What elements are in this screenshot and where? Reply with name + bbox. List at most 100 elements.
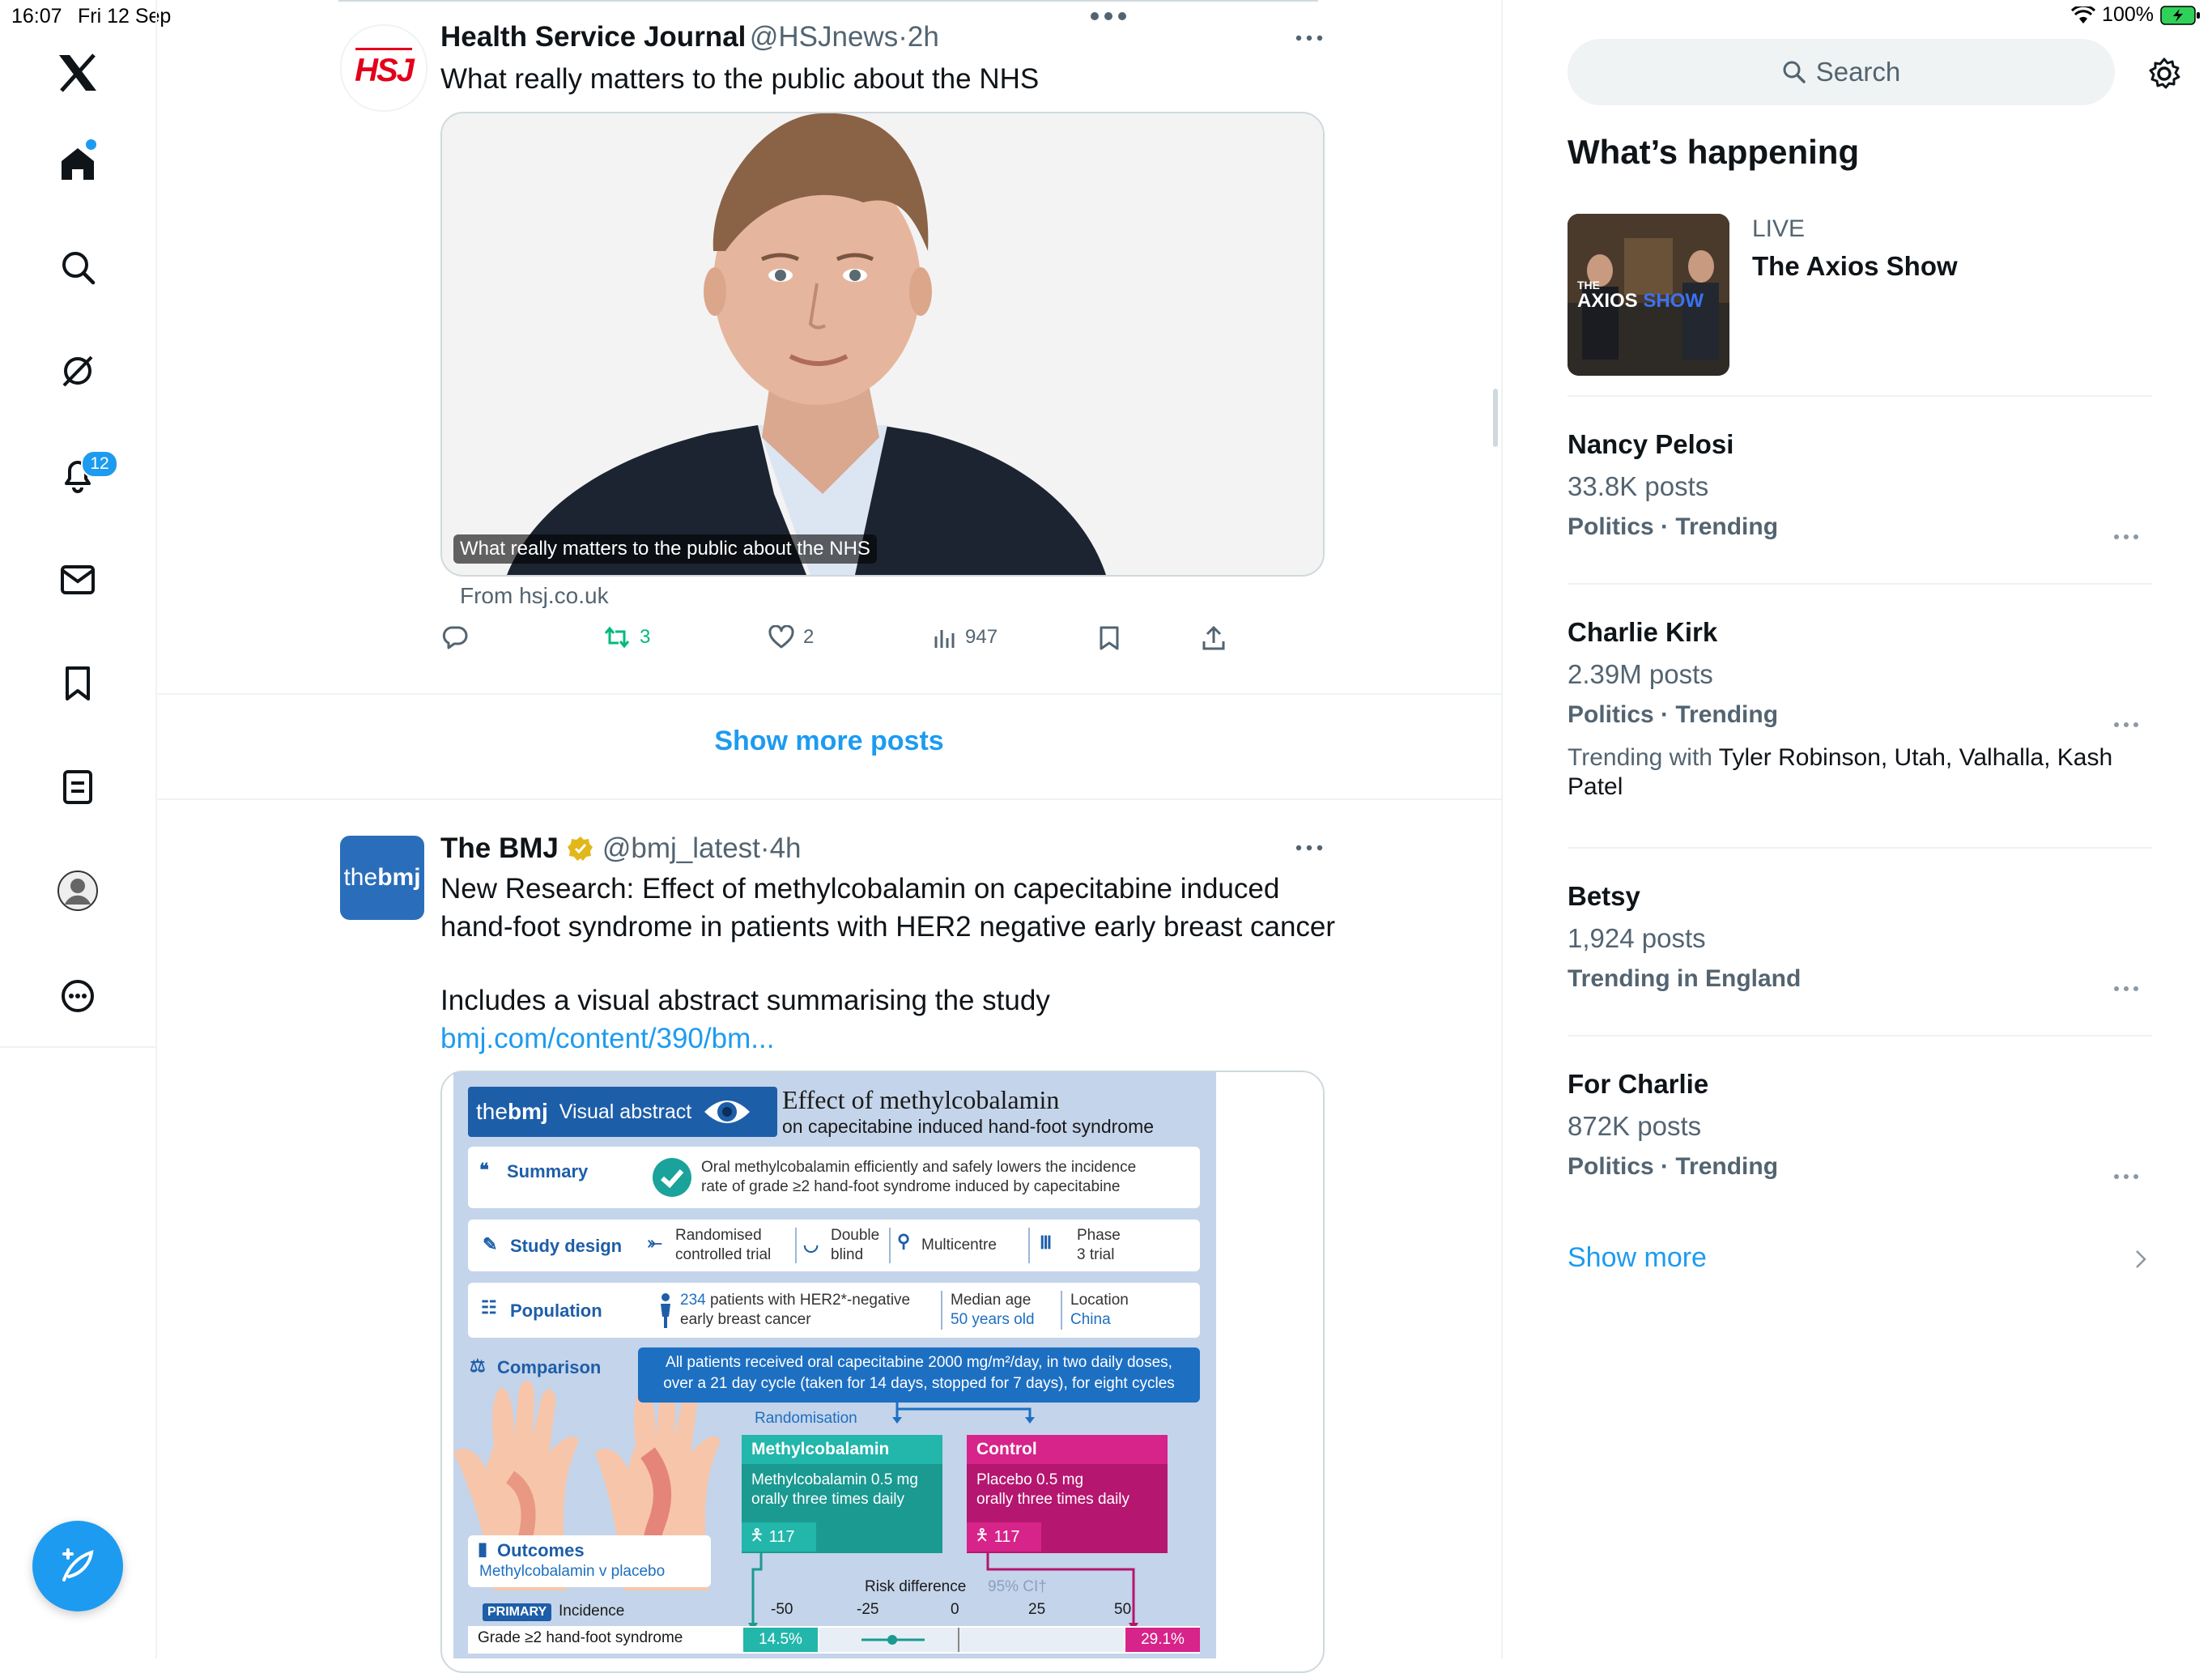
trend-more-icon[interactable] [2113, 533, 2139, 541]
tab-drag-handle-icon[interactable] [1090, 11, 1127, 21]
scrollbar-thumb[interactable] [1493, 389, 1498, 447]
compose-feather-icon [62, 1548, 94, 1581]
show-more-posts-link[interactable]: Show more posts [157, 726, 1501, 757]
va-design-box: ✎ Study design ⤜ Randomised controlled tr… [468, 1220, 1200, 1271]
bookmark-icon [1100, 626, 1119, 650]
va-divider [889, 1228, 891, 1263]
va-risk-diff: Risk difference [865, 1578, 967, 1595]
tweet1-dot: · [898, 21, 908, 53]
va-outcomes-box: ▮ Outcomes Methylcobalamin v placebo [468, 1535, 711, 1587]
trend-more-icon[interactable] [2113, 985, 2139, 993]
trend-category: Politics · Trending [1568, 513, 1779, 540]
tweet1-card-source[interactable]: From hsj.co.uk [460, 583, 609, 609]
va-arm2-n: 117 [993, 1527, 1020, 1546]
tweet1-bookmark-button[interactable] [1098, 625, 1121, 651]
timeline-top-rule [338, 0, 1318, 2]
tweet1-card-caption: What really matters to the public about … [453, 534, 877, 564]
va-population-box: ☷ Population 234 patients with HER2*-neg… [468, 1283, 1200, 1338]
hsj-avatar[interactable]: HSJ [340, 24, 428, 112]
trend-more-icon[interactable] [2113, 721, 2139, 729]
visual-abstract[interactable]: thebmj Visual abstract Effect of methylc… [453, 1072, 1216, 1658]
va-tick-4: 25 [1028, 1601, 1046, 1618]
va-pop-line2: early breast cancer [680, 1311, 811, 1328]
va-brand-bmj: bmj [507, 1099, 548, 1124]
tweet1-handle[interactable]: @HSJnews [750, 21, 898, 53]
trend-item[interactable]: Nancy Pelosi 33.8K posts Politics · Tren… [1568, 429, 1778, 541]
tweet2-dot: · [759, 832, 770, 864]
chevron-right-icon[interactable] [2134, 1249, 2147, 1270]
trend-item[interactable]: Betsy 1,924 posts Trending in England [1568, 881, 1801, 993]
settings-gear-icon[interactable] [2147, 57, 2181, 91]
va-brand-bar: thebmj Visual abstract [468, 1087, 777, 1137]
tweet1-more-icon[interactable] [1295, 34, 1323, 42]
randomise-icon: ⤜ [648, 1232, 662, 1253]
tweet2-handle[interactable]: @bmj_latest [602, 832, 760, 864]
tweet1-like-button[interactable]: 2 [768, 625, 814, 649]
va-val-right: 29.1% [1125, 1628, 1200, 1652]
tweet1-views-button[interactable]: 947 [933, 625, 998, 649]
home-icon[interactable] [45, 131, 110, 196]
live-thumb-brand: AXIOS SHOW [1577, 290, 1704, 313]
va-brand-label: Visual abstract [559, 1100, 692, 1123]
trend-item[interactable]: Charlie Kirk 2.39M posts Politics · Tren… [1568, 617, 2134, 802]
pillar-icon: Ⅲ [1040, 1232, 1053, 1253]
tweet1-repost-count: 3 [640, 626, 651, 648]
trend-name: Charlie Kirk [1568, 617, 1718, 647]
tweet2-link[interactable]: bmj.com/content/390/bm... [440, 1020, 1339, 1058]
va-tick-2: -25 [857, 1601, 879, 1618]
va-summary-box: ❝ Summary Oral methylcobalamin efficient… [468, 1147, 1200, 1208]
wifi-icon [2071, 6, 2096, 23]
search-placeholder: Search [1815, 57, 1901, 87]
tweet1-time[interactable]: 2h [908, 21, 939, 53]
tweet1-repost-button[interactable]: 3 [602, 625, 650, 649]
show-more-trends-link[interactable]: Show more [1568, 1242, 1707, 1274]
tweet1-reply-button[interactable] [442, 625, 468, 649]
va-median-age-label: Median age [951, 1292, 1032, 1309]
x-logo-icon[interactable] [45, 40, 110, 105]
bmj-avatar[interactable]: the bmj [340, 836, 424, 920]
va-arm1-title: Methylcobalamin [742, 1435, 942, 1464]
va-outcomes-sub: Methylcobalamin v placebo [479, 1563, 666, 1580]
va-title: Effect of methylcobalamin [782, 1085, 1060, 1114]
grok-icon[interactable] [45, 338, 110, 403]
trend-category: Trending in England [1568, 965, 1802, 992]
nav-separator [0, 1046, 155, 1048]
profile-avatar-icon[interactable] [45, 858, 110, 923]
tweet2-time[interactable]: 4h [770, 832, 802, 864]
trend-item[interactable]: For Charlie 872K posts Politics · Trendi… [1568, 1069, 1778, 1181]
show-more-separator [157, 798, 1501, 800]
live-title[interactable]: The Axios Show [1752, 251, 1958, 282]
search-icon[interactable] [45, 235, 110, 300]
tweet2-header: The BMJ @bmj_latest·4h [440, 832, 802, 865]
person-icon: 🯅 [750, 1526, 764, 1544]
va-pop-line1: patients with HER2*-negative [705, 1292, 911, 1309]
tweet1-author-name[interactable]: Health Service Journal [440, 21, 746, 53]
tweet1-link-card[interactable]: What really matters to the public about … [440, 112, 1325, 577]
search-input[interactable]: Search [1568, 39, 2115, 105]
compose-post-button[interactable] [32, 1521, 123, 1611]
lists-icon[interactable] [45, 755, 110, 819]
va-design-4: Phase 3 trial [1077, 1226, 1121, 1265]
tweet1-header: Health Service Journal @HSJnews·2h [440, 21, 939, 53]
tweet2-more-icon[interactable] [1295, 844, 1323, 852]
scales-icon: ⚖ [470, 1356, 486, 1376]
va-comparison-line1: All patients received oral capecitabine … [666, 1354, 1172, 1371]
notifications-badge: 12 [81, 450, 118, 478]
va-comparison-label: Comparison [497, 1357, 602, 1377]
va-comparison-line2: over a 21 day cycle (taken for 14 days, … [663, 1375, 1175, 1392]
tweet2-author-name[interactable]: The BMJ [440, 832, 559, 865]
trend-name: For Charlie [1568, 1069, 1709, 1099]
live-thumbnail[interactable]: THE AXIOS SHOW [1568, 214, 1729, 376]
tweet1-share-button[interactable] [1202, 625, 1226, 651]
va-summary-text: Oral methylcobalamin efficiently and saf… [701, 1158, 1136, 1197]
pencil-icon: ✎ [483, 1234, 498, 1254]
va-divider [795, 1228, 797, 1263]
more-options-icon[interactable] [45, 964, 110, 1028]
live-label: LIVE [1752, 215, 1806, 242]
bookmarks-icon[interactable] [45, 651, 110, 716]
trend-more-icon[interactable] [2113, 1173, 2139, 1181]
share-icon [1202, 625, 1225, 650]
va-design-2a: Double [831, 1227, 880, 1244]
va-design-1a: Randomised [675, 1227, 762, 1244]
messages-icon[interactable] [45, 547, 110, 612]
